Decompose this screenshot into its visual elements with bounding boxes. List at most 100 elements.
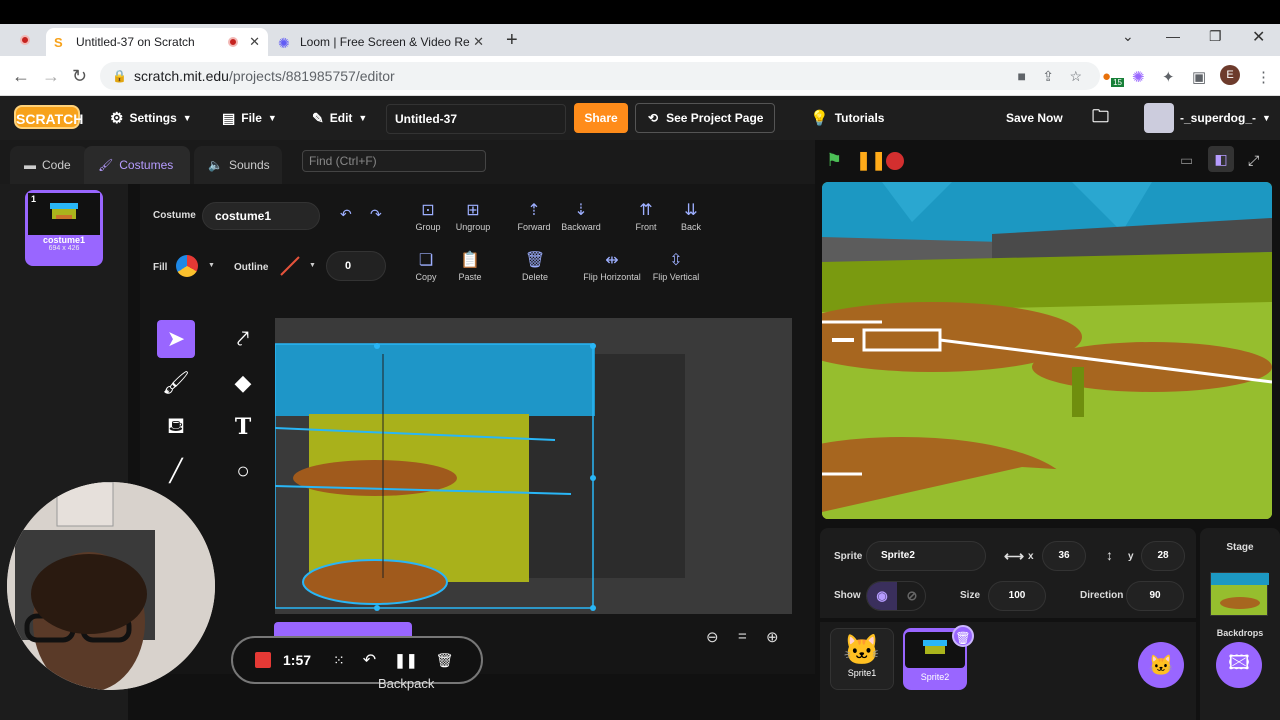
close-tab-icon[interactable]: ✕ [473, 34, 484, 50]
tab-costumes[interactable]: 🖌 Costumes [84, 146, 190, 184]
pause-recording-icon[interactable]: ❚❚ [394, 652, 417, 669]
paste-button[interactable]: 📋 Paste [456, 250, 484, 282]
delete-recording-icon[interactable]: 🗑 [436, 652, 454, 669]
back-icon[interactable]: ← [12, 66, 30, 87]
see-project-page-button[interactable]: ⟲ See Project Page [635, 103, 775, 133]
new-tab-button[interactable]: + [506, 29, 518, 52]
outline-width-input[interactable]: 0 [326, 251, 386, 281]
zoom-reset-button[interactable]: = [738, 628, 747, 645]
share-page-icon[interactable]: ⇪ [1042, 62, 1054, 90]
account-menu[interactable]: -_superdog_- ▼ [1144, 96, 1271, 140]
browser-menu-icon[interactable]: ⋮ [1256, 68, 1271, 86]
restart-icon[interactable]: ↶ [363, 650, 376, 670]
undo-icon[interactable]: ↶ [340, 206, 352, 223]
eye-visible-icon[interactable]: ◉ [867, 582, 897, 610]
normal-stage-icon[interactable]: ◧ [1208, 146, 1234, 172]
copy-button[interactable]: ❏ Copy [412, 250, 440, 282]
close-tab-icon[interactable]: ✕ [249, 34, 260, 50]
pause-icon[interactable]: ❚❚ [856, 150, 886, 171]
username-label: -_superdog_- [1180, 111, 1257, 125]
choose-backdrop-button[interactable]: 🖾 [1216, 642, 1262, 688]
edit-menu[interactable]: ✎ Edit ▼ [312, 96, 367, 140]
share-button[interactable]: Share [574, 103, 628, 133]
choose-sprite-button[interactable]: 🐱 [1138, 642, 1184, 688]
ungroup-button[interactable]: ⊞ Ungroup [452, 200, 494, 232]
extension-icon[interactable]: ● 15 [1102, 68, 1124, 87]
forward-button[interactable]: ⇡ Forward [514, 200, 554, 232]
drawing-tools-icon[interactable]: ⁙ [333, 652, 345, 669]
group-button[interactable]: ⊡ Group [412, 200, 444, 232]
fullscreen-icon[interactable]: ⤢ [1248, 152, 1259, 169]
back-button[interactable]: ⇊ Back [676, 200, 706, 232]
stage-canvas[interactable] [822, 182, 1272, 519]
stop-icon[interactable] [886, 152, 904, 170]
reshape-tool[interactable]: ⤤ [224, 320, 262, 358]
caret-down-icon[interactable]: ▼ [309, 262, 316, 269]
stage-header: ⚑ ❚❚ ▭ ◧ ⤢ [820, 140, 1280, 184]
restore-icon[interactable]: ❐ [1209, 28, 1222, 45]
loom-extension-icon[interactable]: ✺ [1132, 68, 1145, 86]
paint-canvas[interactable] [275, 318, 792, 614]
sprite-tile-sprite1[interactable]: 🐱 Sprite1 [830, 628, 894, 690]
eraser-tool[interactable]: ◆ [224, 364, 262, 402]
delete-button[interactable]: 🗑 Delete [518, 250, 552, 282]
zoom-in-icon[interactable]: ⊕ [766, 628, 779, 646]
webcam-bubble[interactable] [7, 482, 215, 690]
brush-tool[interactable]: 🖌 [157, 364, 195, 402]
backpack-label[interactable]: Backpack [378, 676, 434, 691]
my-stuff-folder-icon[interactable]: 🗀 [1092, 96, 1109, 140]
circle-tool[interactable]: ○ [224, 452, 262, 490]
forward-icon[interactable]: → [42, 66, 60, 87]
text-tool[interactable]: T [224, 408, 262, 446]
tab-sounds[interactable]: 🔈 Sounds [194, 146, 282, 184]
y-input[interactable]: 28 [1141, 541, 1185, 571]
backdrop-thumbnail[interactable] [1210, 572, 1269, 616]
outline-color-swatch[interactable] [278, 254, 302, 278]
green-flag-icon[interactable]: ⚑ [826, 150, 842, 171]
tab-search-icon[interactable]: ⌄ [1122, 28, 1134, 45]
zoom-out-icon[interactable]: ⊖ [706, 628, 719, 646]
flip-horizontal-button[interactable]: ⇹ Flip Horizontal [578, 250, 646, 282]
size-input[interactable]: 100 [988, 581, 1046, 611]
x-input[interactable]: 36 [1042, 541, 1086, 571]
costume-tile[interactable]: 1 costume1 694 x 426 [25, 190, 103, 266]
reload-icon[interactable]: ↻ [72, 66, 87, 87]
front-arrow-icon: ⇈ [639, 202, 653, 219]
paste-icon: 📋 [460, 252, 480, 269]
bookmark-star-icon[interactable]: ☆ [1069, 62, 1082, 90]
tutorials-button[interactable]: 💡 Tutorials [810, 96, 884, 140]
select-tool[interactable]: ➤ [157, 320, 195, 358]
tab-code[interactable]: ▬ Code [10, 146, 88, 184]
line-tool[interactable]: ╱ [157, 452, 195, 490]
save-now-button[interactable]: Save Now [1006, 96, 1063, 140]
camera-icon[interactable]: ■ [1018, 62, 1026, 90]
backward-button[interactable]: ⇣ Backward [558, 200, 604, 232]
extensions-puzzle-icon[interactable]: ✦ [1162, 68, 1175, 86]
browser-tab-scratch[interactable]: S Untitled-37 on Scratch ✕ [46, 28, 268, 56]
caret-down-icon[interactable]: ▼ [208, 262, 215, 269]
file-menu[interactable]: ▤ File ▼ [222, 96, 277, 140]
direction-input[interactable]: 90 [1126, 581, 1184, 611]
settings-menu[interactable]: ⚙ Settings ▼ [110, 96, 192, 140]
find-input[interactable]: Find (Ctrl+F) [302, 150, 486, 172]
delete-sprite-icon[interactable]: 🗑 [952, 625, 974, 647]
small-stage-icon[interactable]: ▭ [1180, 152, 1193, 169]
side-panel-icon[interactable]: ▣ [1192, 68, 1206, 86]
sprite-name-input[interactable]: Sprite2 [866, 541, 986, 571]
browser-tab-loom[interactable]: ✺ Loom | Free Screen & Video Rec ✕ [270, 28, 492, 56]
close-window-icon[interactable]: ✕ [1252, 27, 1265, 47]
front-button[interactable]: ⇈ Front [630, 200, 662, 232]
minimize-icon[interactable]: — [1166, 28, 1180, 44]
fill-tool[interactable]: ⛾ [157, 408, 195, 446]
costume-name-input[interactable]: costume1 [202, 202, 320, 230]
fill-color-swatch[interactable] [176, 255, 198, 277]
address-bar[interactable]: 🔒 scratch.mit.edu/projects/881985757/edi… [100, 62, 1100, 90]
scratch-logo[interactable]: SCRATCH [14, 105, 83, 129]
eye-hidden-icon[interactable]: ⊘ [897, 582, 927, 610]
stop-recording-icon[interactable] [255, 652, 271, 668]
redo-icon[interactable]: ↷ [370, 206, 382, 223]
project-title-input[interactable]: Untitled-37 [386, 104, 566, 134]
screen-top-border [0, 0, 1280, 24]
profile-avatar[interactable]: E [1220, 65, 1240, 85]
flip-vertical-button[interactable]: ⇳ Flip Vertical [648, 250, 704, 282]
